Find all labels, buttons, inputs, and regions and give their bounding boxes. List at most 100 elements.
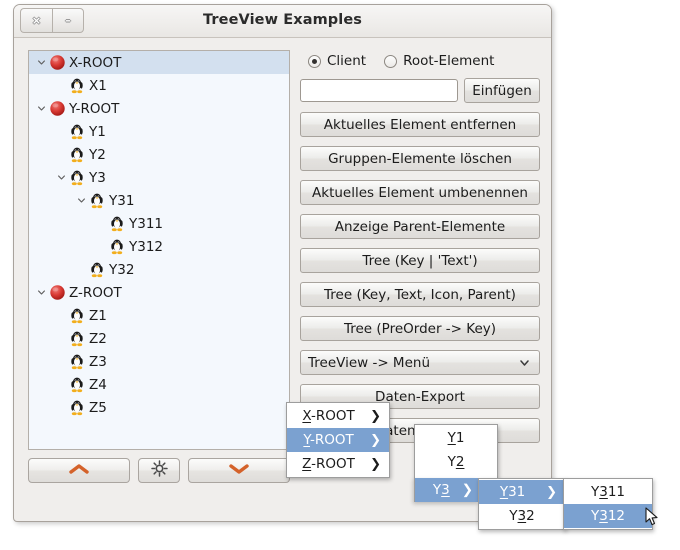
- tree-item-label: Y1: [89, 124, 106, 140]
- menu-item-y311[interactable]: Y311: [564, 480, 652, 504]
- red-circle-icon: [48, 284, 66, 302]
- red-circle-icon: [48, 100, 66, 118]
- tree-item-label: Y3: [89, 170, 106, 186]
- chevron-right-icon: ❯: [462, 482, 473, 498]
- tree-item-z-root[interactable]: Z-ROOT: [29, 281, 289, 304]
- menu-item-y312[interactable]: Y312: [564, 504, 652, 528]
- menu-item-y1[interactable]: Y1: [415, 426, 497, 450]
- tree-expander-chevron-down-icon[interactable]: [34, 288, 48, 297]
- tree-item-label: X1: [89, 78, 107, 94]
- controls-panel: Client Root-Element Einfügen Aktuelles E…: [300, 50, 540, 452]
- tree-item-label: Z4: [89, 377, 107, 393]
- penguin-icon: [68, 77, 86, 95]
- penguin-icon: [108, 215, 126, 233]
- insert-button[interactable]: Einfügen: [464, 78, 540, 103]
- remove-current-element-button[interactable]: Aktuelles Element entfernen: [300, 112, 540, 137]
- menu-item-label: Y311: [572, 484, 644, 500]
- tree-item-label: Z1: [89, 308, 107, 324]
- menu-item-label: Y1: [423, 430, 489, 446]
- penguin-icon: [68, 123, 86, 141]
- penguin-icon: [108, 238, 126, 256]
- tree-item-x-root[interactable]: X-ROOT: [29, 51, 289, 74]
- menu-y-submenu[interactable]: Y1Y2: [414, 424, 498, 479]
- penguin-icon: [88, 192, 106, 210]
- menu-item-y31[interactable]: Y31 ❯: [479, 480, 565, 504]
- penguin-icon: [68, 330, 86, 348]
- move-up-button[interactable]: [28, 458, 130, 483]
- tree-item-label: Y2: [89, 147, 106, 163]
- tree-item-y311[interactable]: Y311: [29, 212, 289, 235]
- tree-item-y32[interactable]: Y32: [29, 258, 289, 281]
- penguin-icon: [68, 376, 86, 394]
- tree-item-y312[interactable]: Y312: [29, 235, 289, 258]
- tree-item-label: Y32: [109, 262, 134, 278]
- tree-item-y2[interactable]: Y2: [29, 143, 289, 166]
- tree-expander-chevron-down-icon[interactable]: [54, 173, 68, 182]
- menu-item-y32[interactable]: Y32: [479, 504, 565, 528]
- chevron-right-icon: ❯: [370, 457, 381, 472]
- penguin-icon: [68, 146, 86, 164]
- tree-key-text-button[interactable]: Tree (Key | 'Text'): [300, 248, 540, 273]
- menu-item-y3-label: Y3: [421, 482, 462, 498]
- penguin-icon: [68, 399, 86, 417]
- tree-item-label: Y311: [129, 216, 163, 232]
- menu-item-z-root[interactable]: Z-ROOT ❯: [287, 452, 389, 476]
- tree-item-y-root[interactable]: Y-ROOT: [29, 97, 289, 120]
- title-bar: × – TreeView Examples: [14, 5, 551, 38]
- menu-item-y3[interactable]: Y3 ❯: [414, 478, 479, 502]
- chevron-right-icon: ❯: [546, 485, 557, 500]
- tree-preorder-key-button[interactable]: Tree (PreOrder -> Key): [300, 316, 540, 341]
- treeview-menu-combobox[interactable]: TreeView -> Menü: [300, 350, 540, 375]
- menu-item-label: Z-ROOT: [295, 456, 362, 472]
- menu-item-label: Y-ROOT: [295, 432, 362, 448]
- tree-item-label: Z-ROOT: [69, 285, 122, 301]
- radio-root-element[interactable]: [384, 55, 397, 68]
- element-name-input[interactable]: [300, 79, 458, 102]
- element-type-radio-group: Client Root-Element: [300, 50, 540, 72]
- rename-current-element-button[interactable]: Aktuelles Element umbenennen: [300, 180, 540, 205]
- menu-root[interactable]: X-ROOT❯ Y-ROOT ❯ Z-ROOT ❯: [286, 402, 390, 478]
- menu-item-label: Y31: [487, 484, 538, 500]
- menu-item-x-root[interactable]: X-ROOT❯: [287, 404, 389, 428]
- tree-item-label: Z3: [89, 354, 107, 370]
- tree-toolbar: [28, 458, 290, 483]
- combobox-value: TreeView -> Menü: [308, 355, 430, 371]
- red-circle-icon: [48, 54, 66, 72]
- penguin-icon: [88, 261, 106, 279]
- window-title: TreeView Examples: [14, 12, 551, 28]
- tree-item-x1[interactable]: X1: [29, 74, 289, 97]
- tree-item-z5[interactable]: Z5: [29, 396, 289, 419]
- radio-client[interactable]: [308, 55, 321, 68]
- menu-item-y2[interactable]: Y2: [415, 450, 497, 474]
- tree-item-label: Y-ROOT: [69, 101, 119, 117]
- tree-view[interactable]: X-ROOT X1 Y-ROOT Y1 Y2 Y3Y31 Y311 Y312 Y32 Z-ROOT…: [28, 50, 290, 450]
- tree-item-y31[interactable]: Y31: [29, 189, 289, 212]
- tree-item-label: Y31: [109, 193, 134, 209]
- tree-item-z2[interactable]: Z2: [29, 327, 289, 350]
- menu-item-label: Y32: [487, 508, 557, 524]
- tree-item-label: Y312: [129, 239, 163, 255]
- tree-item-z3[interactable]: Z3: [29, 350, 289, 373]
- menu-item-y-root[interactable]: Y-ROOT ❯: [287, 428, 389, 452]
- tree-item-z1[interactable]: Z1: [29, 304, 289, 327]
- show-parent-elements-button[interactable]: Anzeige Parent-Elemente: [300, 214, 540, 239]
- move-down-button[interactable]: [188, 458, 290, 483]
- gear-icon: [151, 460, 168, 481]
- tree-item-z4[interactable]: Z4: [29, 373, 289, 396]
- settings-button[interactable]: [138, 458, 180, 483]
- chevron-right-icon: ❯: [370, 433, 381, 448]
- penguin-icon: [68, 353, 86, 371]
- insert-row: Einfügen: [300, 78, 540, 103]
- tree-item-y3[interactable]: Y3: [29, 166, 289, 189]
- radio-root-element-label: Root-Element: [403, 53, 494, 69]
- tree-item-label: Z5: [89, 400, 107, 416]
- tree-expander-chevron-down-icon[interactable]: [34, 58, 48, 67]
- delete-group-elements-button[interactable]: Gruppen-Elemente löschen: [300, 146, 540, 171]
- menu-y31-submenu[interactable]: Y311 Y312: [563, 478, 653, 530]
- tree-expander-chevron-down-icon[interactable]: [74, 196, 88, 205]
- penguin-icon: [68, 307, 86, 325]
- menu-y3-submenu[interactable]: Y31 ❯ Y32: [478, 478, 566, 530]
- tree-key-text-icon-parent-button[interactable]: Tree (Key, Text, Icon, Parent): [300, 282, 540, 307]
- tree-item-y1[interactable]: Y1: [29, 120, 289, 143]
- tree-expander-chevron-down-icon[interactable]: [34, 104, 48, 113]
